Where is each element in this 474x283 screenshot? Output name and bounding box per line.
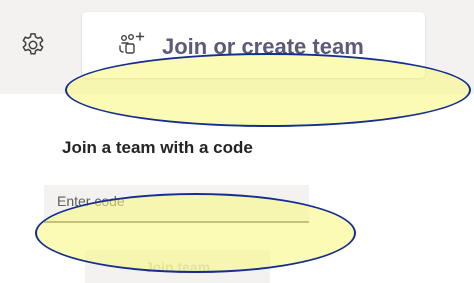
team-code-input[interactable]: [44, 185, 309, 223]
join-or-create-team-label: Join or create team: [162, 34, 364, 59]
join-team-button[interactable]: Join team: [85, 250, 270, 283]
join-or-create-team-card[interactable]: Join or create team: [82, 12, 425, 78]
teams-join-panel: Join or create team Join a team with a c…: [0, 0, 474, 283]
gear-icon: [22, 33, 44, 55]
settings-button[interactable]: [16, 28, 50, 62]
teams-add-icon: [119, 32, 145, 54]
join-code-heading: Join a team with a code: [62, 138, 253, 157]
